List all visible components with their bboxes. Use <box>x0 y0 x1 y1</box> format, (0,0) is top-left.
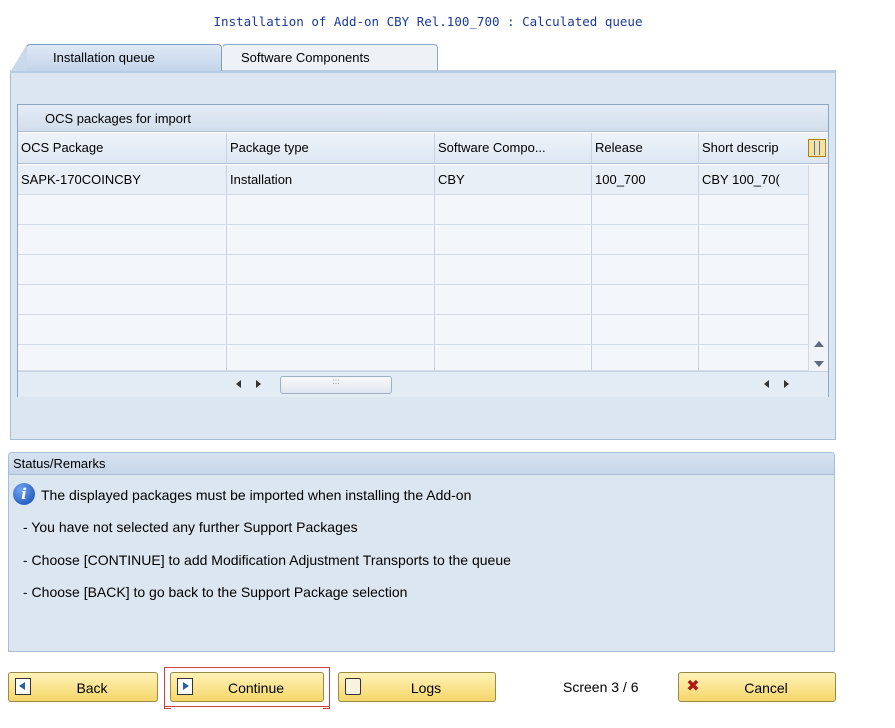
continue-button-label: Continue <box>227 680 285 696</box>
empty-cell <box>18 255 227 284</box>
empty-cell <box>435 345 592 370</box>
table-row[interactable]: SAPK-170COINCBY Installation CBY 100_700… <box>18 165 808 195</box>
cancel-button-label: Cancel <box>744 680 788 696</box>
screen-indicator: Screen 3 / 6 <box>563 679 639 695</box>
table-caption: OCS packages for import <box>18 105 828 132</box>
table-row-empty[interactable] <box>18 315 808 345</box>
logs-button[interactable]: Logs <box>338 672 496 702</box>
column-settings-icon[interactable] <box>808 139 826 157</box>
empty-cell <box>435 225 592 254</box>
column-header-short-description[interactable]: Short descrip <box>699 133 799 163</box>
empty-cell <box>592 345 699 370</box>
empty-cell <box>18 195 227 224</box>
empty-cell <box>592 285 699 314</box>
empty-cell <box>699 315 809 344</box>
column-header-software-component[interactable]: Software Compo... <box>435 133 592 163</box>
empty-cell <box>699 345 809 370</box>
table-row-empty[interactable] <box>18 195 808 225</box>
status-line: - You have not selected any further Supp… <box>23 519 358 535</box>
cell-ocs-package: SAPK-170COINCBY <box>18 165 227 194</box>
empty-cell <box>592 315 699 344</box>
empty-cell <box>227 195 435 224</box>
empty-cell <box>18 285 227 314</box>
cell-software-component: CBY <box>435 165 592 194</box>
status-line: - Choose [BACK] to go back to the Suppor… <box>23 584 408 600</box>
empty-cell <box>592 225 699 254</box>
scroll-right-icon[interactable] <box>256 380 261 388</box>
back-button-label: Back <box>76 680 108 696</box>
empty-cell <box>227 225 435 254</box>
empty-cell <box>227 345 435 370</box>
horizontal-scrollbar[interactable]: ::: <box>18 371 828 397</box>
scrollbar-thumb[interactable]: ::: <box>280 376 392 394</box>
empty-cell <box>18 225 227 254</box>
column-header-package-type[interactable]: Package type <box>227 133 435 163</box>
empty-cell <box>18 315 227 344</box>
scroll-left-icon[interactable] <box>764 380 769 388</box>
empty-cell <box>435 315 592 344</box>
cell-short-description: CBY 100_70( <box>702 172 780 187</box>
scroll-down-icon[interactable] <box>814 361 824 367</box>
window-title: Installation of Add-on CBY Rel.100_700 :… <box>213 14 643 29</box>
packages-table: OCS packages for import OCS Package Pack… <box>17 104 829 397</box>
status-message: The displayed packages must be imported … <box>41 487 472 503</box>
empty-cell <box>435 255 592 284</box>
status-header: Status/Remarks <box>9 453 834 475</box>
cell-release: 100_700 <box>592 165 699 194</box>
info-icon: i <box>13 483 35 505</box>
continue-button[interactable]: Continue <box>170 672 324 702</box>
tab-installation-queue[interactable]: Installation queue <box>11 44 222 71</box>
scroll-left-icon[interactable] <box>236 380 241 388</box>
tab-strip: Installation queue Software Components <box>10 44 836 72</box>
scroll-up-icon[interactable] <box>814 341 824 347</box>
table-row-empty[interactable] <box>18 285 808 315</box>
status-remarks-panel: Status/Remarks i The displayed packages … <box>8 452 835 652</box>
cell-package-type: Installation <box>227 165 435 194</box>
empty-cell <box>699 195 809 224</box>
tab-software-components[interactable]: Software Components <box>213 44 438 71</box>
table-row-empty[interactable] <box>18 225 808 255</box>
empty-cell <box>699 285 809 314</box>
column-header-ocs-package[interactable]: OCS Package <box>18 133 227 163</box>
scroll-right-icon[interactable] <box>784 380 789 388</box>
back-button[interactable]: Back <box>8 672 158 702</box>
empty-cell <box>699 225 809 254</box>
status-line: - Choose [CONTINUE] to add Modification … <box>23 552 511 568</box>
vertical-scrollbar[interactable] <box>808 165 828 373</box>
table-row-empty[interactable] <box>18 345 808 371</box>
empty-cell <box>435 195 592 224</box>
cancel-button[interactable]: ✖ Cancel <box>678 672 836 702</box>
empty-cell <box>227 285 435 314</box>
empty-cell <box>592 255 699 284</box>
empty-cell <box>435 285 592 314</box>
logs-button-label: Logs <box>410 680 442 696</box>
empty-cell <box>227 255 435 284</box>
empty-cell <box>699 255 809 284</box>
empty-cell <box>592 195 699 224</box>
table-row-empty[interactable] <box>18 255 808 285</box>
tab-panel: OCS packages for import OCS Package Pack… <box>10 73 836 440</box>
empty-cell <box>18 345 227 370</box>
table-header-row: OCS Package Package type Software Compo.… <box>18 133 828 164</box>
column-header-release[interactable]: Release <box>592 133 699 163</box>
empty-cell <box>227 315 435 344</box>
